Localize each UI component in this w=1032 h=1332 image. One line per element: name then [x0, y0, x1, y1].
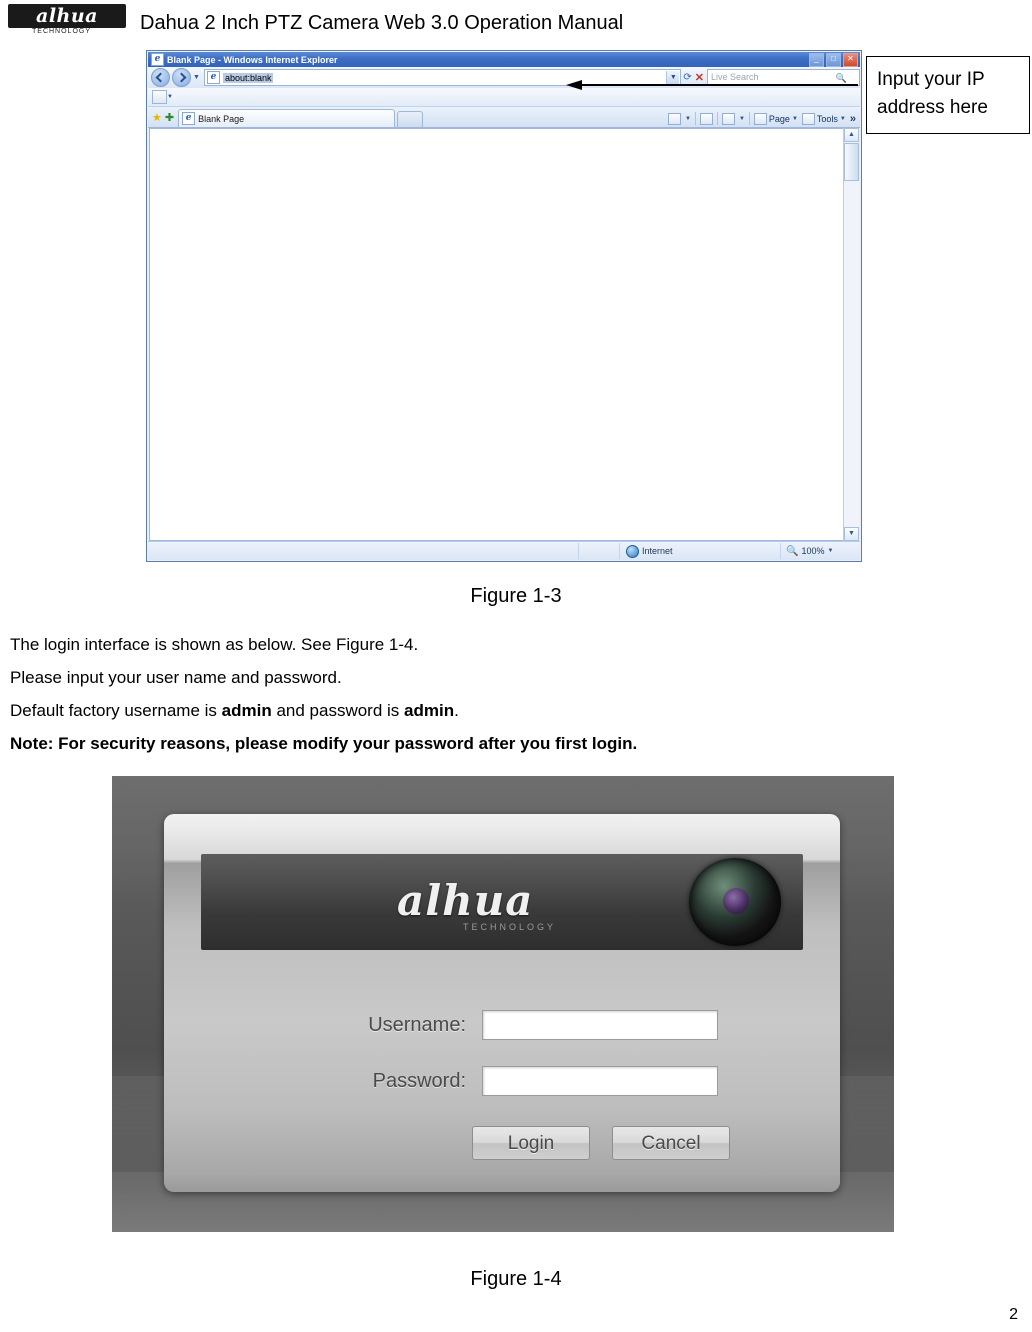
banner-logo-text: alhua [397, 876, 534, 925]
status-zone-label: Internet [642, 546, 673, 556]
tools-chevron-down-icon: ▼ [839, 115, 846, 122]
history-chevron-down-icon[interactable]: ▼ [193, 74, 200, 81]
page-chevron-down-icon: ▼ [791, 115, 798, 122]
banner-logo-subtext: TECHNOLOGY [463, 922, 557, 932]
add-favorite-icon[interactable]: ✚ [165, 113, 174, 124]
address-page-icon: e [206, 71, 220, 84]
logo-wordmark: alhua [8, 4, 126, 28]
browser-window: e Blank Page - Windows Internet Explorer… [146, 50, 862, 562]
home-chevron-down-icon[interactable]: ▼ [685, 116, 691, 122]
zoom-control[interactable]: 🔍 100% ▼ [780, 543, 860, 559]
default-username-value: admin [221, 701, 272, 720]
camera-lens-icon [689, 858, 781, 946]
toolbar-chevron-down-icon[interactable]: ▼ [167, 94, 173, 100]
back-icon[interactable] [151, 68, 170, 87]
body-line-4-note: Note: For security reasons, please modif… [10, 734, 638, 753]
home-icon[interactable] [668, 112, 682, 125]
browser-titlebar: e Blank Page - Windows Internet Explorer… [148, 52, 860, 67]
cancel-button[interactable]: Cancel [612, 1126, 730, 1160]
zoom-magnifier-icon: 🔍 [786, 545, 799, 557]
window-controls: _ □ ✕ [809, 53, 858, 67]
scroll-down-icon[interactable]: ▼ [844, 527, 859, 541]
page-menu-label: Page [768, 113, 790, 124]
browser-title-text: Blank Page - Windows Internet Explorer [167, 54, 338, 65]
page-number: 2 [1009, 1306, 1018, 1323]
body-line-2: Please input your user name and password… [10, 668, 342, 687]
body-line-3-part-e: . [454, 701, 459, 720]
default-password-value: admin [404, 701, 455, 720]
internet-globe-icon [626, 544, 639, 558]
username-label: Username: [368, 1013, 466, 1036]
body-line-1: The login interface is shown as below. S… [10, 635, 419, 654]
browser-tab[interactable]: e Blank Page [178, 109, 396, 127]
tab-page-icon: e [182, 112, 196, 125]
callout-line-1: Input your IP [877, 69, 985, 90]
page-menu[interactable]: Page ▼ [753, 112, 798, 125]
scrollbar-thumb[interactable] [844, 143, 859, 181]
toolbar-page-icon[interactable] [152, 90, 167, 104]
print-icon[interactable] [721, 112, 735, 125]
browser-content-area [149, 128, 859, 541]
page-title: Dahua 2 Inch PTZ Camera Web 3.0 Operatio… [140, 12, 624, 34]
password-row: Password: [276, 1066, 718, 1096]
body-line-3-part-a: Default factory username is [10, 701, 222, 720]
new-tab-button[interactable] [397, 111, 424, 127]
tools-icon [801, 112, 815, 125]
overflow-icon[interactable]: » [850, 113, 856, 125]
browser-tabbar: ★ ✚ e Blank Page ▼ ▼ Page ▼ Tools ▼ » [148, 107, 860, 128]
close-button[interactable]: ✕ [843, 53, 858, 67]
divider [748, 112, 750, 125]
status-zone: Internet [620, 544, 780, 558]
password-label: Password: [372, 1069, 466, 1092]
login-button-row: Login Cancel [472, 1126, 730, 1160]
body-line-3: Default factory username is admin and pa… [10, 701, 459, 721]
username-row: Username: [276, 1010, 718, 1040]
browser-secondary-toolbar: ▼ [148, 88, 860, 107]
callout-box: Input your IP address here [866, 56, 1030, 134]
minimize-button[interactable]: _ [809, 53, 824, 67]
feeds-icon[interactable] [699, 112, 713, 125]
favorites-group: ★ ✚ [148, 113, 178, 127]
dahua-logo: alhua TECHNOLOGY [8, 4, 126, 38]
scroll-up-icon[interactable]: ▲ [844, 128, 859, 142]
figure-1-3-image: e Blank Page - Windows Internet Explorer… [146, 50, 862, 562]
figure-1-4-caption: Figure 1-4 [470, 1268, 562, 1290]
logo-subtext: TECHNOLOGY [32, 28, 92, 35]
print-chevron-down-icon[interactable]: ▼ [739, 116, 745, 122]
command-bar: ▼ ▼ Page ▼ Tools ▼ » [668, 112, 860, 127]
login-banner: alhua TECHNOLOGY [201, 854, 803, 950]
login-button[interactable]: Login [472, 1126, 590, 1160]
page-header: alhua TECHNOLOGY Dahua 2 Inch PTZ Camera… [0, 0, 1032, 46]
zoom-level-label: 100% [801, 546, 825, 556]
forward-icon[interactable] [172, 68, 191, 87]
browser-statusbar: Internet 🔍 100% ▼ [148, 541, 860, 560]
page-icon [753, 112, 767, 125]
favorites-star-icon[interactable]: ★ [152, 113, 162, 124]
figure-1-4-image: alhua TECHNOLOGY Username: Password: Log… [112, 776, 894, 1232]
password-input[interactable] [482, 1066, 718, 1096]
address-value: about:blank [222, 72, 274, 83]
ie-logo-icon: e [151, 53, 164, 66]
tab-label: Blank Page [198, 113, 245, 124]
figure-1-3-caption: Figure 1-3 [470, 585, 562, 607]
vertical-scrollbar[interactable]: ▲ ▼ [843, 128, 859, 541]
status-spacer [579, 543, 620, 559]
divider [716, 112, 718, 125]
tools-menu-label: Tools [816, 113, 838, 124]
maximize-button[interactable]: □ [826, 53, 841, 67]
username-input[interactable] [482, 1010, 718, 1040]
divider [694, 112, 696, 125]
zoom-chevron-down-icon[interactable]: ▼ [827, 548, 833, 554]
status-message-area [148, 543, 579, 559]
body-line-3-part-c: and password is [271, 701, 405, 720]
tools-menu[interactable]: Tools ▼ [801, 112, 846, 125]
login-panel: alhua TECHNOLOGY Username: Password: Log… [164, 814, 840, 1192]
callout-line-2: address here [877, 97, 988, 118]
callout-arrow [566, 80, 858, 90]
